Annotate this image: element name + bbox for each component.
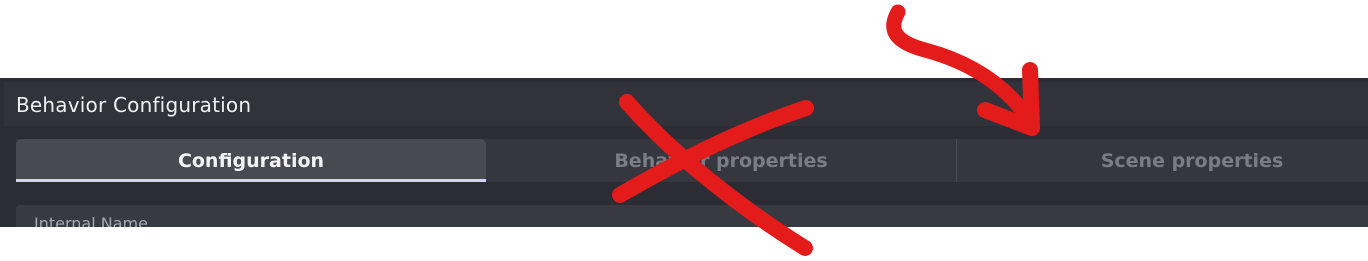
tab-label-behavior-properties: Behavior properties xyxy=(614,149,828,172)
tab-configuration[interactable]: Configuration xyxy=(16,139,486,182)
tab-label-scene-properties: Scene properties xyxy=(1100,149,1284,172)
dialog-title: Behavior Configuration xyxy=(16,93,252,117)
screenshot-stage: Behavior Configuration Configuration Beh… xyxy=(0,0,1368,261)
behavior-configuration-dialog: Behavior Configuration Configuration Beh… xyxy=(0,78,1368,227)
dialog-titlebar: Behavior Configuration xyxy=(4,82,1368,126)
tab-bar: Configuration Behavior properties Scene … xyxy=(16,139,1368,182)
tab-scene-properties[interactable]: Scene properties xyxy=(957,139,1368,182)
internal-name-label: Internal Name xyxy=(34,214,148,227)
internal-name-field-group: Internal Name xyxy=(16,205,1368,227)
tab-label-configuration: Configuration xyxy=(177,149,325,172)
tab-behavior-properties[interactable]: Behavior properties xyxy=(486,139,956,182)
